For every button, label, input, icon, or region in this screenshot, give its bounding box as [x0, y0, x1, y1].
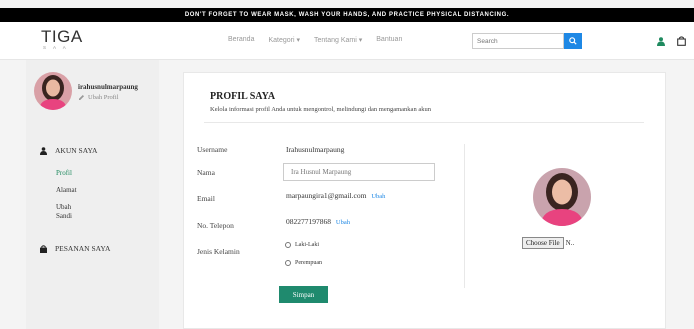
sidebar-item-address[interactable]: Alamat	[56, 186, 77, 195]
search-box	[472, 33, 564, 49]
email-change-link[interactable]: Ubah	[371, 193, 385, 200]
user-icon[interactable]	[657, 37, 665, 48]
name-field[interactable]	[283, 163, 435, 181]
phone-change-link[interactable]: Ubah	[336, 219, 350, 226]
edit-profile-link[interactable]: Ubah Profil	[78, 94, 119, 101]
bag-icon	[40, 244, 47, 253]
phone-label: No. Telepon	[197, 221, 234, 230]
gender-female-label: Perempuan	[295, 260, 322, 266]
gender-radio-male[interactable]	[285, 242, 291, 248]
password-label-line1: Ubah	[56, 203, 72, 211]
password-label-line2: Sandi	[56, 212, 72, 220]
file-status: N..	[565, 239, 575, 247]
sidebar: irahusnulmarpaung Ubah Profil AKUN SAYA …	[26, 60, 159, 329]
account-heading-label: AKUN SAYA	[55, 146, 98, 155]
nav-about[interactable]: Tentang Kami ▾	[314, 36, 362, 44]
file-upload-row: Choose File N..	[522, 237, 574, 249]
pencil-icon	[79, 95, 84, 100]
name-label: Nama	[197, 168, 215, 177]
page-title: PROFIL SAYA	[210, 91, 276, 102]
phone-row: 082277197868 Ubah	[286, 217, 350, 226]
orders-heading[interactable]: PESANAN SAYA	[40, 244, 110, 253]
save-button[interactable]: Simpan	[279, 286, 328, 303]
orders-heading-label: PESANAN SAYA	[55, 244, 111, 253]
sidebar-username: irahusnulmarpaung	[78, 83, 138, 91]
account-heading[interactable]: AKUN SAYA	[40, 146, 97, 155]
vertical-divider	[464, 144, 465, 288]
username-value: Irahusnulmarpaung	[286, 145, 345, 154]
email-label: Email	[197, 194, 215, 203]
profile-photo	[533, 168, 591, 226]
shopping-bag-icon[interactable]	[677, 36, 686, 48]
navbar: TIGA S A A Beranda Kategori ▾ Tentang Ka…	[0, 22, 694, 60]
announcement-bar: DON'T FORGET TO WEAR MASK, WASH YOUR HAN…	[0, 8, 694, 22]
phone-value: 082277197868	[286, 217, 331, 226]
gender-option-male[interactable]: Laki-Laki	[285, 242, 319, 248]
person-icon	[40, 146, 47, 155]
gender-label: Jenis Kelamin	[197, 247, 240, 256]
divider	[204, 122, 644, 123]
sidebar-item-password[interactable]: Ubah Sandi	[56, 203, 72, 221]
nav-links: Beranda Kategori ▾ Tentang Kami ▾ Bantua…	[228, 36, 416, 44]
gender-option-female[interactable]: Perempuan	[285, 260, 322, 266]
page-subtitle: Kelola informasi profil Anda untuk mengo…	[210, 106, 431, 113]
email-value: marpaungira1@gmail.com	[286, 191, 367, 200]
nav-home[interactable]: Beranda	[228, 36, 254, 44]
search-button[interactable]	[564, 33, 582, 49]
edit-profile-label: Ubah Profil	[88, 94, 119, 101]
logo[interactable]: TIGA S A A	[41, 28, 83, 50]
logo-main: TIGA	[41, 27, 83, 46]
nav-category[interactable]: Kategori ▾	[268, 36, 300, 44]
gender-male-label: Laki-Laki	[295, 242, 319, 248]
gender-radio-female[interactable]	[285, 260, 291, 266]
username-label: Username	[197, 145, 228, 154]
search-icon	[569, 37, 577, 45]
nav-help[interactable]: Bantuan	[376, 36, 402, 44]
choose-file-button[interactable]: Choose File	[522, 237, 564, 249]
announcement-text: DON'T FORGET TO WEAR MASK, WASH YOUR HAN…	[184, 12, 510, 18]
profile-card: PROFIL SAYA Kelola informasi profil Anda…	[183, 72, 666, 329]
search-input[interactable]	[473, 34, 561, 48]
email-row: marpaungira1@gmail.com Ubah	[286, 191, 385, 200]
sidebar-item-profile[interactable]: Profil	[56, 169, 72, 178]
profile-avatar	[34, 72, 72, 110]
